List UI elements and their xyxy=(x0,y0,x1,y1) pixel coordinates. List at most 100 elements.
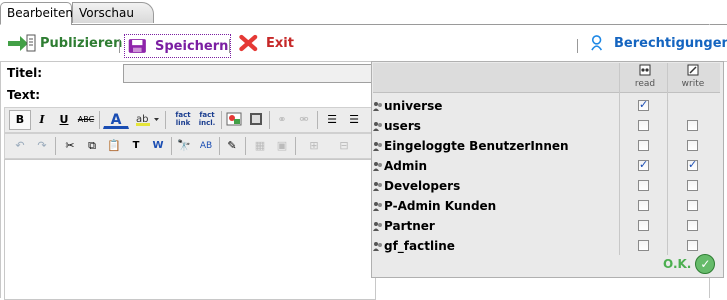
insert-row-button[interactable]: ⊞ xyxy=(299,136,329,156)
write-checkbox[interactable] xyxy=(687,200,698,211)
action-bar: Publizieren Speichern Exit Berechtigunge… xyxy=(0,25,727,62)
align-center-button[interactable]: ☰ xyxy=(343,110,365,130)
permissions-button[interactable]: Berechtigungen xyxy=(588,31,727,55)
toolbar-divider xyxy=(269,111,270,129)
group-name: Admin xyxy=(373,159,427,173)
write-checkbox[interactable] xyxy=(687,220,698,231)
undo-button[interactable]: ↶ xyxy=(9,136,31,156)
write-checkbox[interactable] xyxy=(687,158,698,171)
read-icon xyxy=(639,64,651,76)
link-button[interactable]: ⚭ xyxy=(271,110,293,130)
highlight-color-button[interactable]: ab xyxy=(131,110,163,130)
group-name: Partner xyxy=(373,219,435,233)
title-input[interactable] xyxy=(123,64,375,83)
permissions-label: Berechtigungen xyxy=(614,35,727,51)
editor-toolbar-row-1: B I U ABC A ab fact link fact incl. ⚭ ⚮ … xyxy=(4,107,376,133)
toolbar-divider xyxy=(165,111,166,129)
toolbar-divider xyxy=(55,137,56,155)
read-checkbox[interactable] xyxy=(638,240,649,251)
publish-label: Publizieren xyxy=(40,35,123,51)
checkmark-icon: ✓ xyxy=(695,254,716,274)
text-label: Text: xyxy=(7,88,41,102)
save-button[interactable]: Speichern xyxy=(124,34,232,58)
exit-label: Exit xyxy=(266,35,294,51)
group-icon xyxy=(373,102,382,111)
write-icon xyxy=(687,64,699,76)
align-left-button[interactable]: ☰ xyxy=(321,110,343,130)
strikethrough-button[interactable]: ABC xyxy=(75,110,97,130)
group-name: P-Admin Kunden xyxy=(373,199,496,213)
group-name: Eingeloggte BenutzerInnen xyxy=(373,139,569,153)
toolbar-divider xyxy=(171,137,172,155)
action-divider xyxy=(577,39,578,53)
write-checkbox[interactable] xyxy=(687,240,698,251)
column-divider xyxy=(619,63,620,255)
insert-media-button[interactable] xyxy=(245,110,267,130)
action-divider xyxy=(229,39,230,53)
paste-text-button[interactable]: T xyxy=(125,136,147,156)
write-checkbox[interactable] xyxy=(687,120,698,131)
group-icon xyxy=(373,142,382,151)
toolbar-divider xyxy=(245,137,246,155)
underline-button[interactable]: U xyxy=(53,110,75,130)
toolbar-divider xyxy=(99,111,100,129)
toolbar-divider xyxy=(317,111,318,129)
edit-source-button[interactable]: ✎ xyxy=(221,136,243,156)
ok-button[interactable]: O.K. ✓ xyxy=(663,254,716,274)
italic-button[interactable]: I xyxy=(31,110,53,130)
paste-button[interactable]: 📋 xyxy=(103,136,125,156)
toolbar-divider xyxy=(295,137,296,155)
redo-button[interactable]: ↷ xyxy=(31,136,53,156)
write-checkbox[interactable] xyxy=(687,180,698,191)
publish-button[interactable]: Publizieren xyxy=(8,31,122,55)
fact-link-button[interactable]: fact link xyxy=(171,110,195,130)
media-icon xyxy=(250,113,262,125)
tab-vorschau[interactable]: Vorschau xyxy=(72,2,154,23)
ok-label: O.K. xyxy=(663,257,692,271)
delete-row-button[interactable]: ⊟ xyxy=(329,136,359,156)
exit-button[interactable]: Exit xyxy=(238,31,294,55)
table-button[interactable]: ▦ xyxy=(249,136,271,156)
permissions-icon xyxy=(591,35,603,51)
read-checkbox[interactable] xyxy=(638,180,649,191)
group-name: universe xyxy=(373,99,442,113)
image-icon xyxy=(226,112,242,126)
find-button[interactable]: 🔭 xyxy=(173,136,195,156)
highlight-icon: ab xyxy=(136,114,159,126)
read-checkbox[interactable] xyxy=(638,98,649,111)
editor-toolbar-row-2: ↶ ↷ ✂ ⧉ 📋 T W 🔭 AB ✎ ▦ ▣ ⊞ ⊟ xyxy=(4,133,376,159)
group-icon xyxy=(373,222,382,231)
cut-button[interactable]: ✂ xyxy=(59,136,81,156)
read-checkbox[interactable] xyxy=(638,200,649,211)
copy-button[interactable]: ⧉ xyxy=(81,136,103,156)
replace-button[interactable]: AB xyxy=(195,136,217,156)
write-checkbox[interactable] xyxy=(687,140,698,151)
toolbar-divider xyxy=(221,111,222,129)
group-icon xyxy=(373,202,382,211)
title-label: Titel: xyxy=(7,66,43,80)
read-checkbox[interactable] xyxy=(638,158,649,171)
fact-include-button[interactable]: fact incl. xyxy=(195,110,219,130)
bold-button[interactable]: B xyxy=(9,110,31,130)
text-color-button[interactable]: A xyxy=(103,110,129,129)
group-icon xyxy=(373,162,382,171)
read-checkbox[interactable] xyxy=(638,140,649,151)
paste-word-button[interactable]: W xyxy=(147,136,169,156)
group-icon xyxy=(373,122,382,131)
read-checkbox[interactable] xyxy=(638,120,649,131)
read-checkbox[interactable] xyxy=(638,220,649,231)
tab-bearbeiten[interactable]: Bearbeiten xyxy=(0,2,73,25)
group-name: users xyxy=(373,119,421,133)
group-icon xyxy=(373,242,382,251)
table-props-button[interactable]: ▣ xyxy=(271,136,293,156)
editor-content-area[interactable] xyxy=(4,159,376,300)
read-column-header: read xyxy=(625,64,665,89)
insert-image-button[interactable] xyxy=(223,110,245,130)
publish-icon xyxy=(8,34,36,52)
unlink-button[interactable]: ⚮ xyxy=(293,110,315,130)
column-divider xyxy=(667,63,668,255)
toolbar-divider xyxy=(219,137,220,155)
write-column-header: write xyxy=(673,64,713,89)
group-name: gf_factline xyxy=(373,239,455,253)
action-divider xyxy=(119,39,120,53)
